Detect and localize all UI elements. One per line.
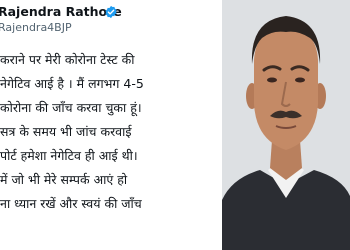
tweet-text: कराने पर मेरी कोरोना टेस्ट की नेगेटिव आई… bbox=[0, 48, 222, 216]
tweet-text-line: कराने पर मेरी कोरोना टेस्ट की bbox=[0, 52, 135, 67]
author-handle[interactable]: Rajendra4BJP bbox=[0, 21, 72, 35]
tweet-text-line: पोर्ट हमेशा नेगेटिव ही आई थी। bbox=[0, 148, 138, 163]
tweet-text-line: सत्र के समय भी जांच करवाई bbox=[0, 124, 132, 139]
person-photo bbox=[222, 0, 350, 250]
verified-badge-icon bbox=[105, 5, 117, 19]
tweet-text-line: ना ध्यान रखें और स्वयं की जाँच bbox=[0, 196, 142, 211]
person-illustration bbox=[222, 0, 350, 250]
tweet-text-line: में जो भी मेरे सम्पर्क आएं हो bbox=[0, 172, 128, 187]
tweet-card: Rajendra Rathore Rajendra4BJP कराने पर म… bbox=[0, 0, 222, 250]
screenshot-frame: Rajendra Rathore Rajendra4BJP कराने पर म… bbox=[0, 0, 350, 250]
tweet-text-line: कोरोना की जाँच करवा चुका हूं। bbox=[0, 100, 142, 115]
tweet-text-line: नेगेटिव आई है । मैं लगभग 4-5 bbox=[0, 76, 144, 91]
